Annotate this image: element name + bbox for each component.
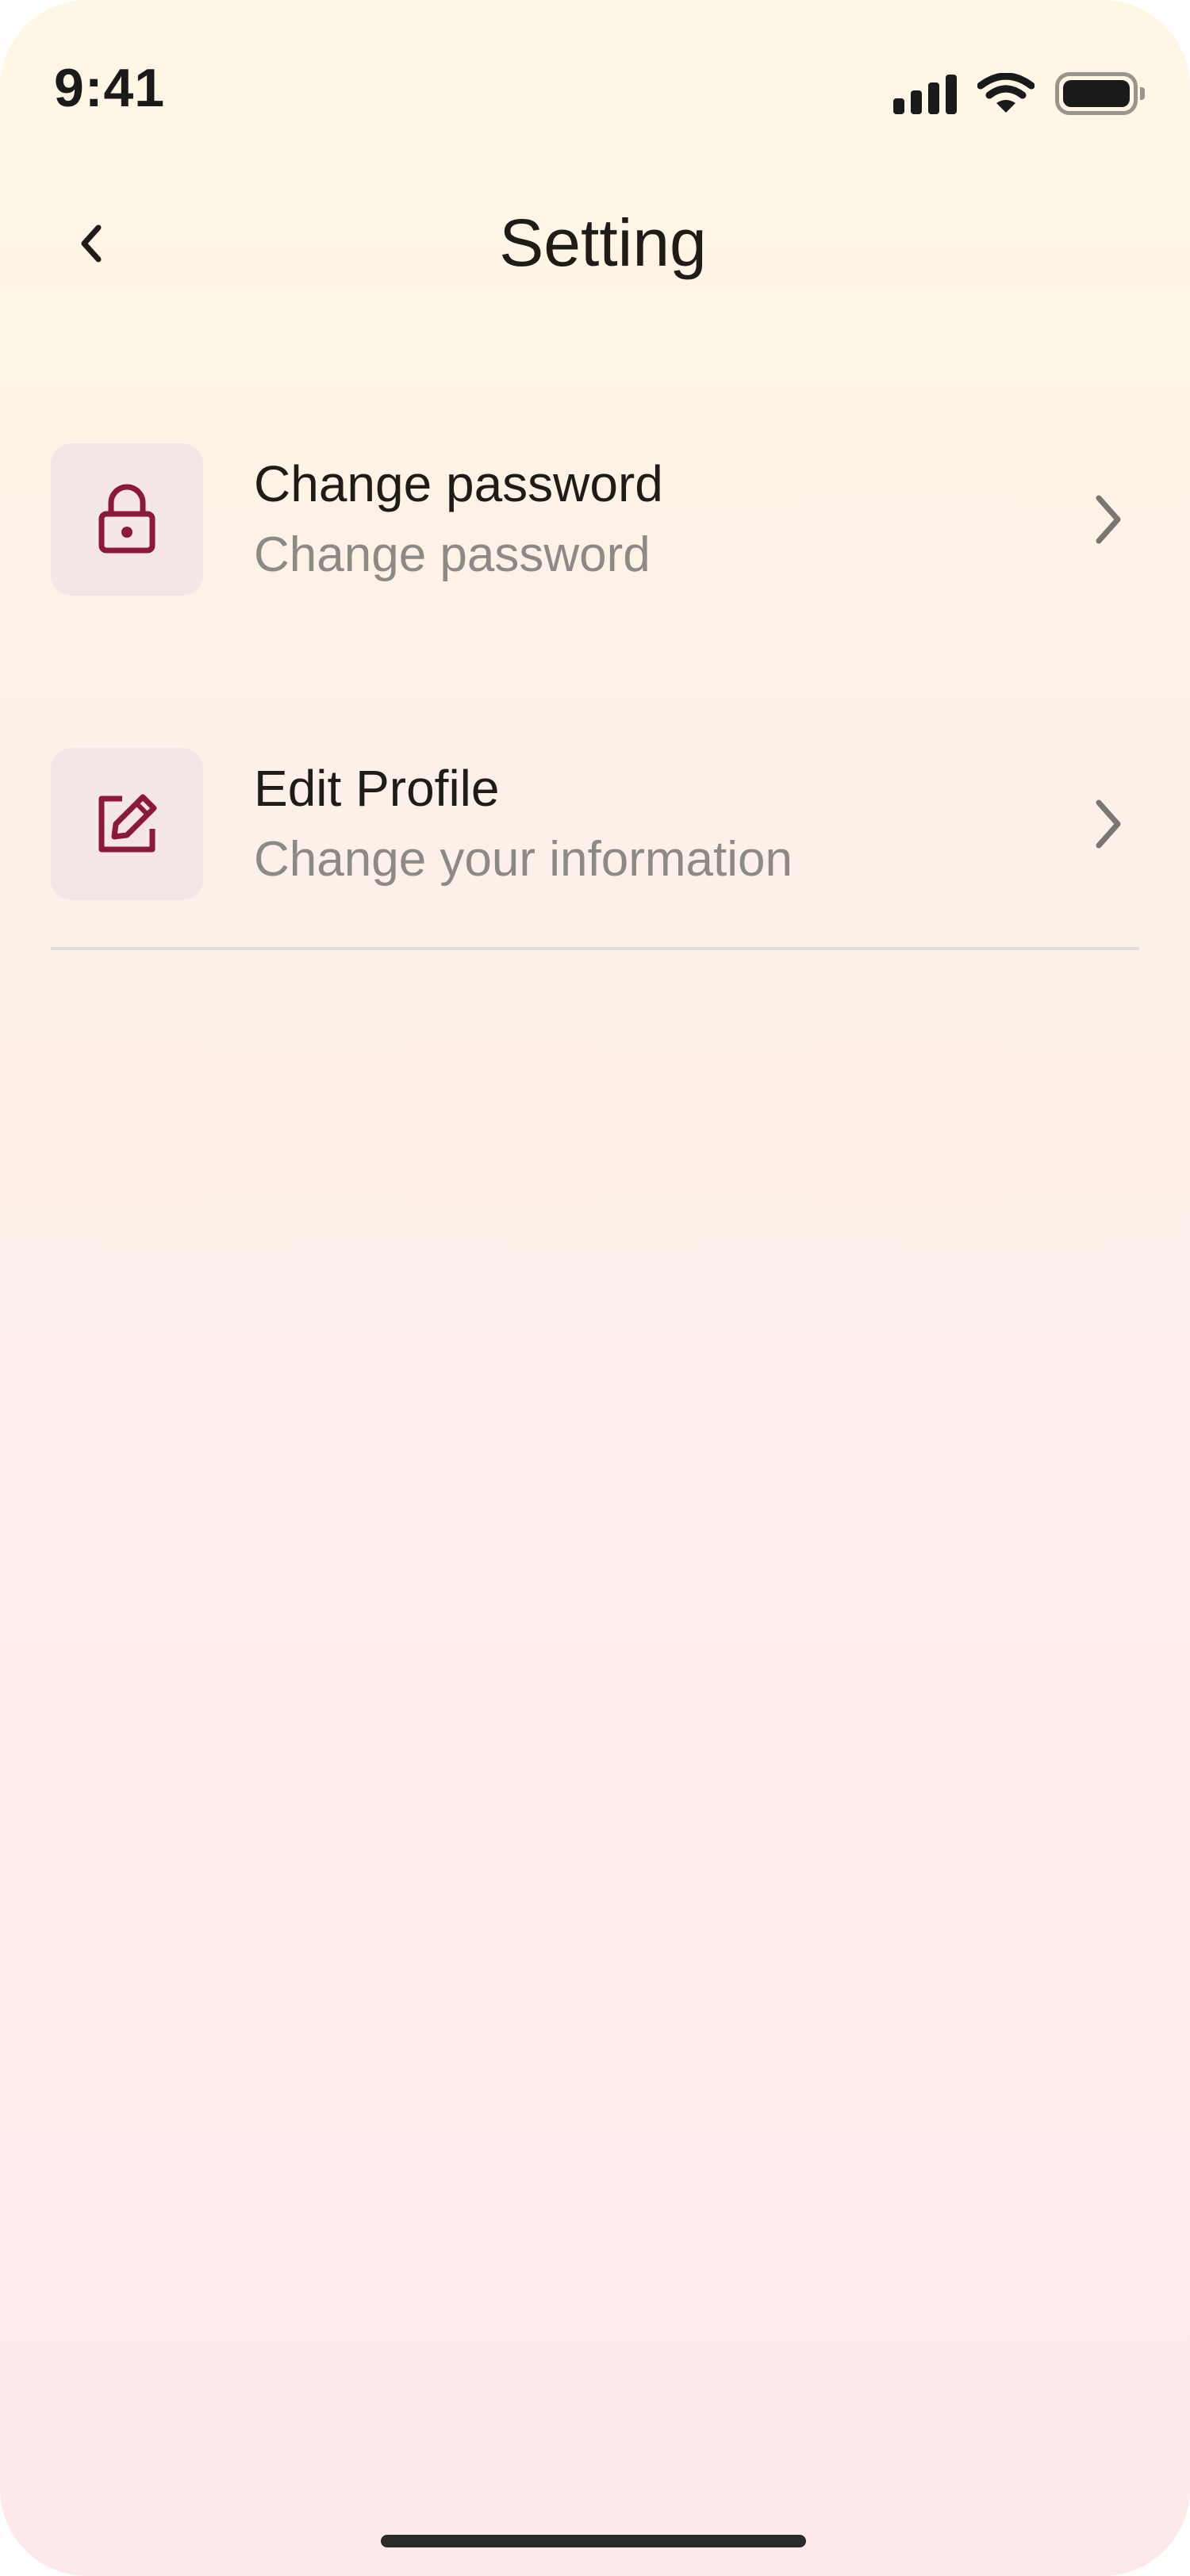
change-password-item[interactable]: Change password Change password <box>51 443 1139 596</box>
settings-screen: 9:41 Setting Change password Change pass… <box>0 0 1190 2576</box>
change-password-icon-tile <box>51 443 203 596</box>
edit-profile-title: Edit Profile <box>254 760 500 818</box>
edit-icon <box>98 794 157 853</box>
edit-profile-subtitle: Change your information <box>254 832 793 887</box>
home-indicator[interactable] <box>381 2535 806 2547</box>
chevron-right-icon <box>1076 792 1139 856</box>
lock-icon <box>98 484 155 554</box>
status-icons <box>893 70 1145 117</box>
settings-list: Change password Change password Edit Pro… <box>51 443 1139 901</box>
battery-icon <box>1055 72 1145 115</box>
edit-profile-text: Edit Profile Change your information <box>254 758 793 889</box>
edit-profile-item[interactable]: Edit Profile Change your information <box>51 747 1139 901</box>
change-password-title: Change password <box>254 455 663 513</box>
status-time: 9:41 <box>54 58 166 118</box>
edit-profile-icon-tile <box>51 748 203 900</box>
change-password-text: Change password Change password <box>254 454 663 585</box>
signal-icon <box>893 73 957 114</box>
chevron-right-icon <box>1076 488 1139 551</box>
wifi-icon <box>977 73 1035 113</box>
change-password-subtitle: Change password <box>254 527 651 583</box>
list-divider <box>51 947 1139 950</box>
page-title: Setting <box>499 205 707 280</box>
